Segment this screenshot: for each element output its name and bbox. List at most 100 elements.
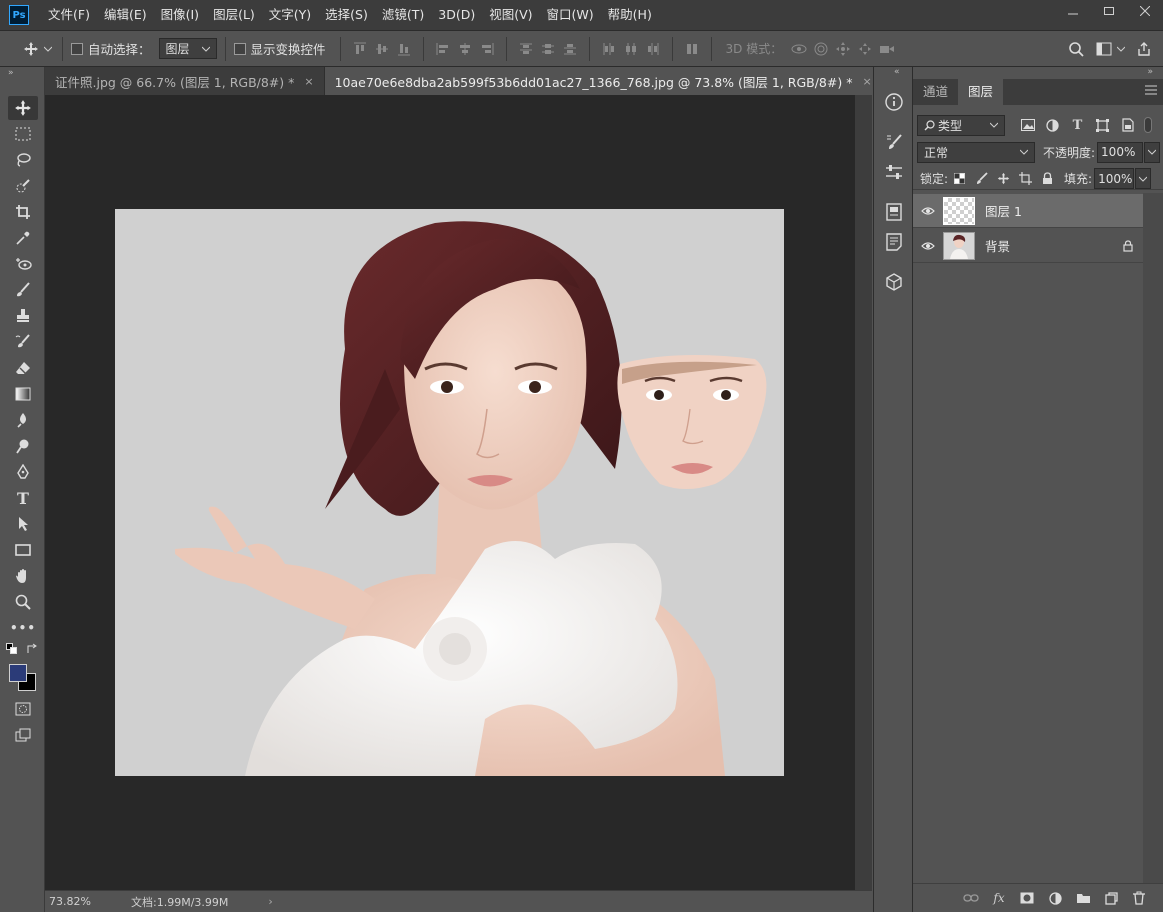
filter-toggle-switch[interactable] bbox=[1144, 117, 1152, 133]
delete-layer-icon[interactable] bbox=[1127, 887, 1151, 909]
filter-kind-dropdown[interactable]: 类型 bbox=[917, 114, 1005, 136]
menu-layer[interactable]: 图层(L) bbox=[206, 0, 262, 30]
eraser-tool-icon[interactable] bbox=[8, 356, 38, 380]
lock-transparent-pixels-icon[interactable] bbox=[948, 169, 970, 189]
distribute-horizontal-centers-icon[interactable] bbox=[620, 38, 642, 60]
align-top-edges-icon[interactable] bbox=[349, 38, 371, 60]
visibility-eye-icon[interactable] bbox=[913, 206, 943, 216]
opacity-slider-button[interactable] bbox=[1144, 141, 1161, 163]
distribute-right-icon[interactable] bbox=[642, 38, 664, 60]
spot-healing-tool-icon[interactable] bbox=[8, 252, 38, 276]
distribute-top-icon[interactable] bbox=[515, 38, 537, 60]
menu-window[interactable]: 窗口(W) bbox=[540, 0, 601, 30]
panel-menu-icon[interactable] bbox=[1145, 84, 1157, 98]
link-layers-icon[interactable] bbox=[959, 887, 983, 909]
menu-3d[interactable]: 3D(D) bbox=[431, 0, 482, 30]
distribute-vertical-centers-icon[interactable] bbox=[537, 38, 559, 60]
3d-roll-icon[interactable] bbox=[810, 38, 832, 60]
move-tool-preset-icon[interactable] bbox=[20, 38, 42, 60]
visibility-eye-icon[interactable] bbox=[913, 241, 943, 251]
menu-file[interactable]: 文件(F) bbox=[41, 0, 97, 30]
chevron-down-icon[interactable] bbox=[42, 38, 54, 60]
collapse-strip-icon[interactable]: « bbox=[894, 67, 900, 77]
swap-colors-icon[interactable] bbox=[24, 641, 40, 657]
align-bottom-edges-icon[interactable] bbox=[393, 38, 415, 60]
quick-mask-icon[interactable] bbox=[8, 697, 38, 721]
3d-pan-icon[interactable] bbox=[832, 38, 854, 60]
menu-filter[interactable]: 滤镜(T) bbox=[375, 0, 431, 30]
auto-select-option[interactable]: 自动选择： bbox=[71, 39, 151, 58]
filter-shape-icon[interactable] bbox=[1090, 115, 1115, 135]
lasso-tool-icon[interactable] bbox=[8, 148, 38, 172]
share-icon[interactable] bbox=[1133, 38, 1155, 60]
filter-adjustment-icon[interactable] bbox=[1040, 115, 1065, 135]
document-canvas[interactable] bbox=[115, 209, 784, 776]
align-right-edges-icon[interactable] bbox=[476, 38, 498, 60]
zoom-level[interactable]: 73.82% bbox=[49, 895, 119, 908]
opacity-input[interactable]: 100% bbox=[1097, 141, 1144, 163]
maximize-button[interactable] bbox=[1091, 0, 1127, 22]
canvas-area[interactable] bbox=[45, 95, 855, 890]
layer-row-layer1[interactable]: 图层 1 bbox=[913, 194, 1143, 228]
search-icon[interactable] bbox=[1065, 38, 1087, 60]
show-transform-checkbox[interactable] bbox=[233, 42, 246, 55]
notes-panel-icon[interactable] bbox=[882, 230, 906, 254]
close-tab-icon[interactable]: × bbox=[304, 75, 313, 88]
auto-select-target-dropdown[interactable]: 图层 bbox=[158, 38, 217, 59]
lock-image-pixels-icon[interactable] bbox=[970, 169, 992, 189]
more-tools-icon[interactable]: ••• bbox=[8, 616, 38, 640]
properties-panel-icon[interactable] bbox=[882, 200, 906, 224]
menu-help[interactable]: 帮助(H) bbox=[601, 0, 659, 30]
crop-tool-icon[interactable] bbox=[8, 200, 38, 224]
3d-panel-icon[interactable] bbox=[882, 270, 906, 294]
layer-row-background[interactable]: 背景 bbox=[913, 229, 1143, 263]
menu-image[interactable]: 图像(I) bbox=[154, 0, 206, 30]
align-vertical-centers-icon[interactable] bbox=[371, 38, 393, 60]
collapse-panel-icon[interactable]: » bbox=[1147, 67, 1153, 77]
add-mask-icon[interactable] bbox=[1015, 887, 1039, 909]
fill-slider-button[interactable] bbox=[1135, 168, 1152, 189]
close-window-button[interactable] bbox=[1127, 0, 1163, 22]
quick-selection-tool-icon[interactable] bbox=[8, 174, 38, 198]
vertical-scrollbar[interactable] bbox=[855, 95, 872, 890]
eyedropper-tool-icon[interactable] bbox=[8, 226, 38, 250]
3d-slide-icon[interactable] bbox=[854, 38, 876, 60]
menu-select[interactable]: 选择(S) bbox=[318, 0, 375, 30]
filter-smart-object-icon[interactable] bbox=[1115, 115, 1140, 135]
path-selection-tool-icon[interactable] bbox=[8, 512, 38, 536]
fill-input[interactable]: 100% bbox=[1094, 168, 1135, 189]
layers-scrollbar[interactable] bbox=[1143, 193, 1163, 883]
close-tab-icon[interactable]: × bbox=[862, 75, 871, 88]
filter-pixel-icon[interactable] bbox=[1015, 115, 1040, 135]
lock-position-icon[interactable] bbox=[992, 169, 1014, 189]
screen-mode-icon[interactable] bbox=[8, 723, 38, 747]
align-horizontal-centers-icon[interactable] bbox=[454, 38, 476, 60]
zoom-tool-icon[interactable] bbox=[8, 590, 38, 614]
tab-channels[interactable]: 通道 bbox=[913, 79, 958, 105]
3d-orbit-icon[interactable] bbox=[788, 38, 810, 60]
chevron-down-icon[interactable] bbox=[1115, 38, 1127, 60]
menu-edit[interactable]: 编辑(E) bbox=[97, 0, 154, 30]
workspace-icon[interactable] bbox=[1093, 38, 1115, 60]
menu-view[interactable]: 视图(V) bbox=[482, 0, 539, 30]
hand-tool-icon[interactable] bbox=[8, 564, 38, 588]
rectangle-tool-icon[interactable] bbox=[8, 538, 38, 562]
new-group-folder-icon[interactable] bbox=[1071, 887, 1095, 909]
align-left-edges-icon[interactable] bbox=[432, 38, 454, 60]
brush-settings-panel-icon[interactable] bbox=[882, 130, 906, 154]
foreground-color-swatch[interactable] bbox=[9, 664, 27, 682]
tab-document-2[interactable]: 10ae70e6e8dba2ab599f53b6dd01ac27_1366_76… bbox=[324, 67, 883, 95]
info-panel-icon[interactable] bbox=[882, 90, 906, 114]
gradient-tool-icon[interactable] bbox=[8, 382, 38, 406]
auto-align-layers-icon[interactable] bbox=[681, 38, 703, 60]
dodge-tool-icon[interactable] bbox=[8, 434, 38, 458]
blend-mode-dropdown[interactable]: 正常 bbox=[917, 141, 1035, 163]
adjustments-panel-icon[interactable] bbox=[882, 160, 906, 184]
blur-tool-icon[interactable] bbox=[8, 408, 38, 432]
new-layer-icon[interactable] bbox=[1099, 887, 1123, 909]
marquee-tool-icon[interactable] bbox=[8, 122, 38, 146]
move-tool-icon[interactable] bbox=[8, 96, 38, 120]
history-brush-tool-icon[interactable] bbox=[8, 330, 38, 354]
3d-scale-icon[interactable] bbox=[876, 38, 898, 60]
layer-style-fx-icon[interactable]: fx bbox=[987, 887, 1011, 909]
